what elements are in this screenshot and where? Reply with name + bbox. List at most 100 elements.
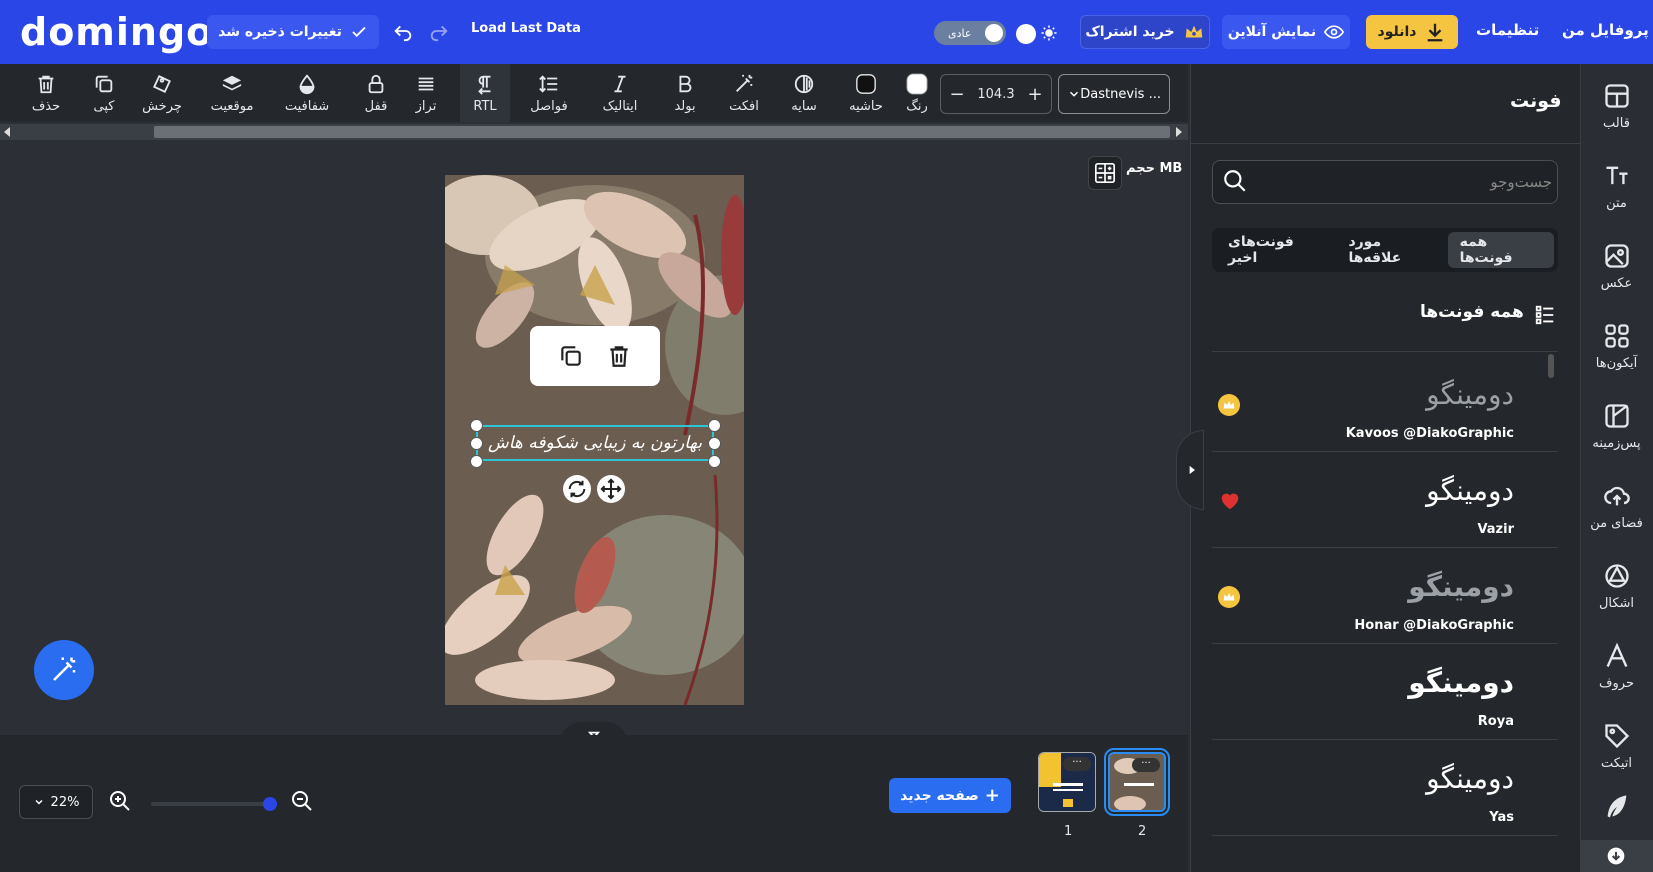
sidebar-item-my-space[interactable]: فضای من bbox=[1580, 468, 1653, 544]
collapse-panel-toggle[interactable] bbox=[1176, 430, 1204, 510]
rotate-tool[interactable]: چرخش bbox=[138, 64, 186, 122]
resize-handle-bottom-right[interactable] bbox=[708, 455, 721, 468]
load-last-data-link[interactable]: Load Last Data bbox=[471, 21, 581, 36]
light-mode-toggle[interactable] bbox=[1016, 21, 1060, 45]
position-tool[interactable]: موقعیت bbox=[202, 64, 262, 122]
font-sample: دومینگو bbox=[1408, 666, 1514, 699]
zoom-slider[interactable] bbox=[151, 797, 277, 811]
rtl-tool[interactable]: RTL bbox=[460, 64, 510, 122]
spacing-tool[interactable]: فواصل bbox=[524, 64, 574, 122]
move-handle-icon[interactable] bbox=[597, 475, 625, 503]
premium-crown-icon bbox=[1218, 586, 1240, 608]
search-icon[interactable] bbox=[1222, 168, 1248, 194]
font-item-yas[interactable]: دومینگو Yas bbox=[1212, 740, 1558, 836]
delete-tool[interactable]: حذف bbox=[26, 64, 66, 122]
tab-recent-fonts[interactable]: فونت‌های اخیر bbox=[1216, 232, 1336, 268]
theme-mode-toggle[interactable]: عادی bbox=[934, 21, 1006, 45]
border-tool[interactable]: حاشیه bbox=[846, 64, 886, 122]
sidebar-item-label: حروف bbox=[1599, 675, 1634, 691]
tab-favorites[interactable]: مورد علاقه‌ها bbox=[1336, 232, 1447, 268]
font-name: Honar @DiakoGraphic bbox=[1354, 618, 1514, 633]
divider bbox=[1212, 351, 1558, 352]
zoom-slider-knob[interactable] bbox=[263, 797, 277, 811]
resize-handle-left[interactable] bbox=[470, 437, 483, 450]
font-family-select[interactable]: Dastnevis ... bbox=[1058, 74, 1170, 114]
font-search-input[interactable] bbox=[1256, 161, 1552, 203]
decrease-size-button[interactable]: − bbox=[947, 84, 967, 105]
scroll-left-arrow[interactable] bbox=[4, 127, 10, 137]
online-preview-button[interactable]: نمایش آنلاین bbox=[1222, 15, 1350, 49]
increase-size-button[interactable]: + bbox=[1025, 84, 1045, 105]
sidebar-item-label: اتیکت bbox=[1600, 755, 1633, 771]
align-tool[interactable]: تراز bbox=[410, 64, 442, 122]
sidebar-item-text[interactable]: متن bbox=[1580, 148, 1653, 224]
calculator-icon[interactable] bbox=[1088, 156, 1122, 190]
sidebar-item-template[interactable]: قالب bbox=[1580, 68, 1653, 144]
italic-tool[interactable]: ایتالیک bbox=[596, 64, 644, 122]
lock-tool[interactable]: قفل bbox=[360, 64, 392, 122]
magic-ai-button[interactable] bbox=[34, 640, 94, 700]
font-size-stepper[interactable]: − 104.3 + bbox=[940, 74, 1052, 114]
sidebar-item-tag[interactable]: اتیکت bbox=[1580, 708, 1653, 784]
tab-all-fonts[interactable]: همه فونت‌ها bbox=[1447, 232, 1554, 268]
preview-label: نمایش آنلاین bbox=[1227, 24, 1317, 40]
toolbar-scrollbar[interactable] bbox=[0, 124, 1188, 140]
effect-tool[interactable]: افکت bbox=[724, 64, 764, 122]
zoom-in-icon[interactable] bbox=[108, 789, 132, 813]
sidebar-item-label: متن bbox=[1606, 195, 1627, 211]
cloud-upload-icon bbox=[1603, 482, 1631, 510]
shadow-tool[interactable]: سایه bbox=[786, 64, 822, 122]
list-icon bbox=[1534, 304, 1556, 326]
resize-handle-top-left[interactable] bbox=[470, 419, 483, 432]
font-item-vazir[interactable]: دومینگو Vazir bbox=[1212, 452, 1558, 548]
new-page-button[interactable]: صفحه جدید + bbox=[889, 778, 1011, 813]
buy-subscription-button[interactable]: خرید اشتراک bbox=[1080, 15, 1210, 49]
font-name: Vazir bbox=[1477, 522, 1514, 537]
app-logo[interactable]: domingo bbox=[20, 8, 213, 56]
resize-handle-bottom-left[interactable] bbox=[470, 455, 483, 468]
rotate-handle-icon[interactable] bbox=[563, 475, 591, 503]
scrollbar-thumb[interactable] bbox=[154, 126, 1170, 138]
sidebar-scroll-down[interactable] bbox=[1580, 840, 1653, 872]
resize-handle-top-right[interactable] bbox=[708, 419, 721, 432]
saved-status-button[interactable]: تغییرات ذخیره شد bbox=[207, 15, 379, 49]
crown-icon bbox=[1183, 21, 1205, 43]
selected-text-element[interactable]: بهارتون به زیبایی شکوفه هاش bbox=[476, 425, 714, 461]
sidebar-item-background[interactable]: پس‌زمینه bbox=[1580, 388, 1653, 464]
resize-handle-right[interactable] bbox=[708, 437, 721, 450]
settings-link[interactable]: تنظیمات bbox=[1476, 21, 1539, 39]
page-options-icon[interactable]: ··· bbox=[1063, 757, 1091, 771]
tool-label: موقعیت bbox=[210, 98, 254, 114]
sidebar-item-letters[interactable]: حروف bbox=[1580, 628, 1653, 704]
page-thumbnail-1[interactable]: ··· bbox=[1038, 752, 1096, 812]
page-thumbnail-2[interactable]: ··· bbox=[1104, 748, 1170, 816]
heart-icon[interactable] bbox=[1218, 490, 1242, 512]
download-button[interactable]: دانلود bbox=[1366, 15, 1458, 49]
font-item-roya[interactable]: دومینگو Roya bbox=[1212, 644, 1558, 740]
plus-icon: + bbox=[984, 785, 1000, 806]
sidebar-item-shapes[interactable]: اشکال bbox=[1580, 548, 1653, 624]
undo-icon[interactable] bbox=[392, 20, 414, 42]
redo-icon[interactable] bbox=[428, 20, 450, 42]
page-options-icon[interactable]: ··· bbox=[1132, 758, 1160, 772]
copy-tool[interactable]: کپی bbox=[84, 64, 124, 122]
font-item-kavoos[interactable]: دومینگو Kavoos @DiakoGraphic bbox=[1212, 356, 1558, 452]
bold-tool[interactable]: بولد bbox=[668, 64, 702, 122]
font-size-value[interactable]: 104.3 bbox=[977, 87, 1014, 102]
page-number: 2 bbox=[1138, 824, 1147, 839]
opacity-tool[interactable]: شفافیت bbox=[276, 64, 338, 122]
subscribe-label: خرید اشتراک bbox=[1085, 24, 1175, 40]
chevron-down-icon bbox=[1067, 87, 1081, 101]
zoom-select[interactable]: 22% bbox=[19, 785, 93, 819]
font-item-honar[interactable]: دومینگو Honar @DiakoGraphic bbox=[1212, 548, 1558, 644]
zoom-out-icon[interactable] bbox=[290, 789, 314, 813]
sidebar-item-icons[interactable]: آیکون‌ها bbox=[1580, 308, 1653, 384]
duplicate-icon[interactable] bbox=[558, 343, 584, 369]
sidebar-item-label: پس‌زمینه bbox=[1592, 435, 1641, 451]
profile-link[interactable]: پروفایل من bbox=[1562, 21, 1649, 39]
color-tool[interactable]: رنگ bbox=[900, 64, 934, 122]
sidebar-item-feather[interactable] bbox=[1580, 782, 1653, 832]
scroll-right-arrow[interactable] bbox=[1176, 127, 1182, 137]
sidebar-item-image[interactable]: عکس bbox=[1580, 228, 1653, 304]
trash-icon[interactable] bbox=[606, 343, 632, 369]
